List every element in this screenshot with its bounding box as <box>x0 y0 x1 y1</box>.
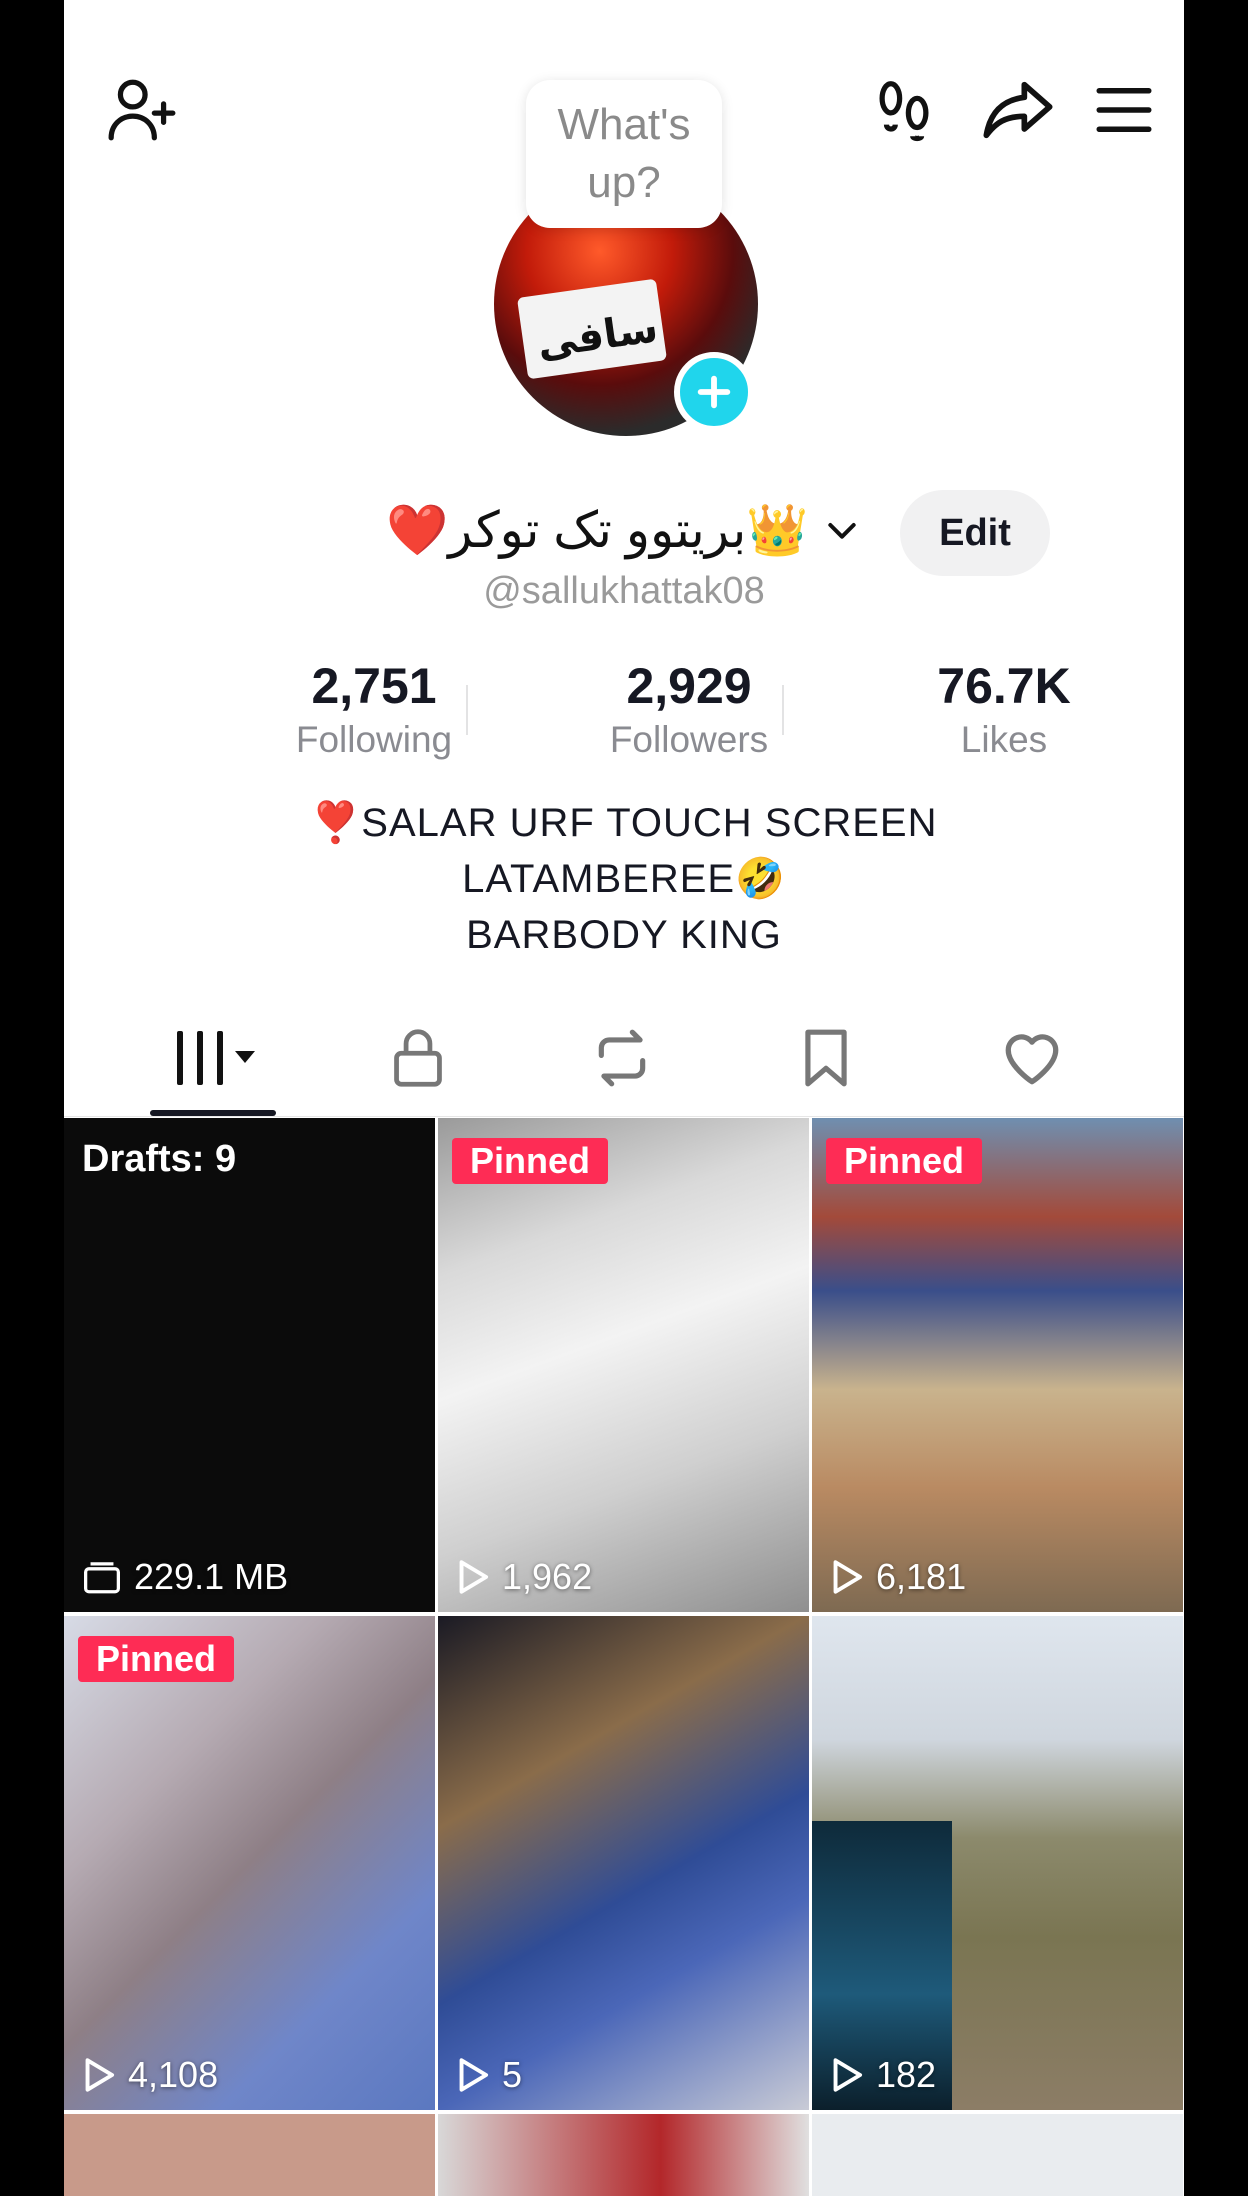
pinned-badge: Pinned <box>826 1138 983 1184</box>
footprints-icon[interactable] <box>864 70 944 150</box>
video-tile[interactable]: Pinned 4,108 <box>64 1616 435 2110</box>
drafts-stack-icon <box>84 1562 120 1594</box>
display-name: ❤️بریتوو تک توکر👑 <box>386 502 809 558</box>
profile-screen: What's up? سافی ❤️بریتوو تک توکر👑 Edit @… <box>64 0 1184 2196</box>
play-icon <box>833 1560 863 1594</box>
following-count: 2,751 <box>311 658 437 714</box>
play-icon <box>833 2058 863 2092</box>
bio: ❣️SALAR URF TOUCH SCREEN LATAMBEREE🤣 BAR… <box>64 795 1184 963</box>
drafts-size: 229.1 MB <box>82 1556 288 1598</box>
tab-favorites[interactable] <box>776 1010 876 1106</box>
share-icon[interactable] <box>978 70 1058 150</box>
play-icon <box>85 2058 115 2092</box>
following-stat[interactable]: 2,751 Following <box>244 655 504 763</box>
likes-stat[interactable]: 76.7K Likes <box>874 655 1134 763</box>
stats-divider <box>782 685 784 735</box>
view-count: 4,108 <box>82 2054 218 2096</box>
bio-line: LATAMBEREE🤣 <box>462 857 786 901</box>
add-friend-icon[interactable] <box>102 70 182 150</box>
video-tile[interactable] <box>64 2114 435 2196</box>
play-icon <box>459 2058 489 2092</box>
video-tile[interactable]: Pinned 1,962 <box>438 1118 809 1612</box>
video-tile[interactable]: 5 <box>438 1616 809 2110</box>
drafts-tile[interactable]: Drafts: 9 229.1 MB <box>64 1118 435 1612</box>
pinned-badge: Pinned <box>452 1138 609 1184</box>
video-tile[interactable] <box>438 2114 809 2196</box>
stats-row: 2,751 Following 2,929 Followers 76.7K Li… <box>64 655 1184 765</box>
followers-stat[interactable]: 2,929 Followers <box>559 655 819 763</box>
view-count: 1,962 <box>456 1556 592 1598</box>
likes-label: Likes <box>960 719 1048 760</box>
drafts-label: Drafts: 9 <box>82 1138 237 1180</box>
tab-reposts[interactable] <box>572 1010 672 1106</box>
edit-profile-button[interactable]: Edit <box>900 490 1050 576</box>
followers-count: 2,929 <box>626 658 752 714</box>
view-count: 6,181 <box>830 1556 966 1598</box>
view-count: 182 <box>830 2054 936 2096</box>
chevron-down-icon[interactable] <box>822 510 862 555</box>
followers-label: Followers <box>609 719 769 760</box>
username-handle: @sallukhattak08 <box>483 570 765 612</box>
plate-graphic: سافی <box>516 278 668 380</box>
bio-line: ❣️SALAR URF TOUCH SCREEN <box>310 801 938 845</box>
view-count: 5 <box>456 2054 522 2096</box>
likes-count: 76.7K <box>937 658 1071 714</box>
play-icon <box>459 1560 489 1594</box>
bio-line: BARBODY KING <box>466 913 782 957</box>
menu-icon[interactable] <box>1084 70 1164 150</box>
content-tabs <box>64 1010 1184 1117</box>
stats-divider <box>466 685 468 735</box>
tab-liked[interactable] <box>982 1010 1082 1106</box>
following-label: Following <box>295 719 453 760</box>
whats-up-bubble[interactable]: What's up? <box>526 80 722 228</box>
tab-underline <box>150 1110 276 1116</box>
status-bar <box>64 0 1184 8</box>
tab-videos[interactable] <box>164 1010 274 1106</box>
name-row: ❤️بریتوو تک توکر👑 Edit <box>64 490 1184 576</box>
grid-icon <box>177 1031 255 1085</box>
video-tile[interactable]: 182 <box>812 1616 1183 2110</box>
tab-private[interactable] <box>368 1010 468 1106</box>
video-tile[interactable] <box>812 2114 1183 2196</box>
video-tile[interactable]: Pinned 6,181 <box>812 1118 1183 1612</box>
pinned-badge: Pinned <box>78 1636 235 1682</box>
add-avatar-button[interactable] <box>674 352 754 432</box>
